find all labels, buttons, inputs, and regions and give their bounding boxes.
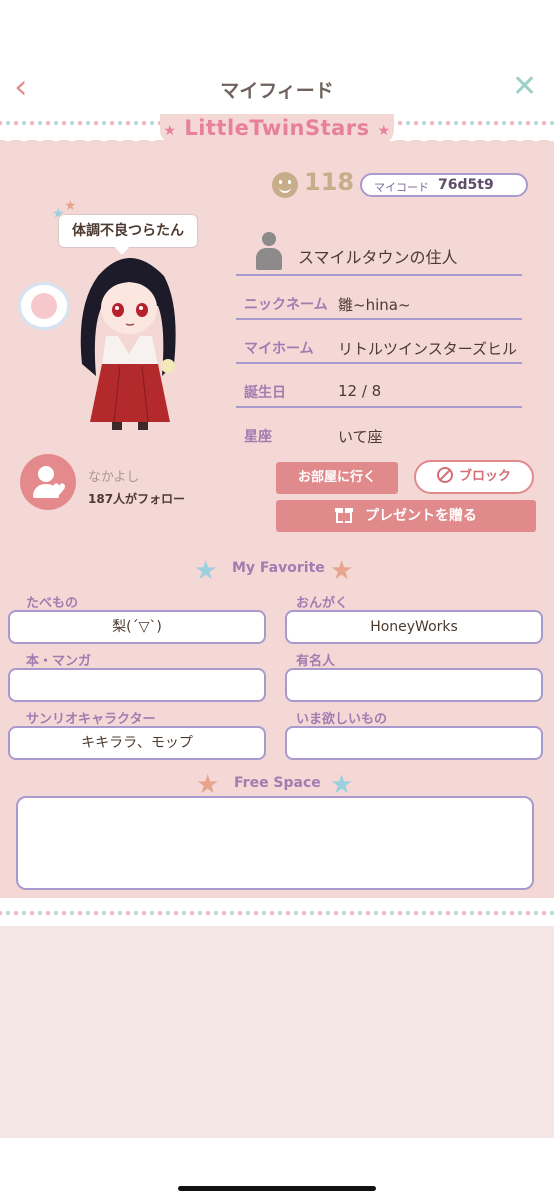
friend-icon[interactable]: ♥ <box>20 454 76 510</box>
fav-book-label: 本・マンガ <box>26 654 92 669</box>
bottom-area <box>0 926 554 1138</box>
my-favorite-heading: My Favorite <box>232 560 325 576</box>
user-title: スマイルタウンの住人 <box>298 248 458 267</box>
nav-header: ‹ マイフィード ✕ <box>0 60 554 116</box>
birthday-value: 12 / 8 <box>338 382 382 400</box>
fav-food-label: たべもの <box>26 596 79 611</box>
block-button[interactable]: ブロック <box>414 460 534 494</box>
fav-character-label: サンリオキャラクター <box>26 712 156 727</box>
close-icon[interactable]: ✕ <box>512 72 540 104</box>
zodiac-value: いて座 <box>338 428 383 446</box>
nickname-label: ニックネーム <box>244 297 328 313</box>
star-icon: ★ <box>163 123 177 139</box>
friend-label: なかよし <box>88 470 140 485</box>
fav-music-label: おんがく <box>296 596 349 611</box>
my-code-badge[interactable]: マイコード 76d5t9 <box>360 173 528 197</box>
divider <box>236 406 522 408</box>
fav-music-value: HoneyWorks <box>285 610 543 644</box>
send-gift-label: プレゼントを贈る <box>365 508 477 524</box>
status-bubble: 体調不良つらたん <box>58 214 198 255</box>
fav-character-value: キキララ、モップ <box>8 726 266 760</box>
person-icon <box>256 232 282 272</box>
divider <box>236 362 522 364</box>
fav-celebrity-value <box>285 668 543 702</box>
zodiac-label: 星座 <box>244 429 272 445</box>
cake-icon <box>31 293 57 319</box>
block-button-label: ブロック <box>458 469 511 484</box>
avatar[interactable] <box>62 246 196 442</box>
fav-wish-value <box>285 726 543 760</box>
fav-food-value: 梨(´▽`) <box>8 610 266 644</box>
brand-logo: ★ LittleTwinStars ★ <box>160 114 394 144</box>
star-icon: ★ <box>377 123 391 139</box>
visit-room-button[interactable]: お部屋に行く <box>276 462 398 494</box>
star-icon: ★ <box>64 198 77 214</box>
my-code-value: 76d5t9 <box>438 177 494 193</box>
gift-icon <box>335 505 353 523</box>
page-title: マイフィード <box>220 80 334 102</box>
free-space-heading: Free Space <box>234 775 321 791</box>
nickname-value: 雛~hina~ <box>338 296 411 314</box>
fav-book-value <box>8 668 266 702</box>
star-icon: ★ <box>330 556 354 586</box>
brand-logo-text: LittleTwinStars <box>184 116 370 140</box>
prohibited-icon <box>436 467 453 483</box>
smile-face-icon <box>272 172 298 198</box>
birthday-label: 誕生日 <box>244 385 286 401</box>
free-space-box <box>16 796 534 890</box>
follow-count: 187人がフォロー <box>88 492 186 506</box>
fav-celebrity-label: 有名人 <box>296 654 336 669</box>
lace-border-bottom <box>0 898 554 926</box>
fav-wish-label: いま欲しいもの <box>296 712 388 727</box>
smile-count: 118 <box>304 168 355 196</box>
home-indicator[interactable] <box>178 1186 376 1191</box>
home-label: マイホーム <box>244 341 314 357</box>
send-gift-button[interactable]: プレゼントを贈る <box>276 500 536 532</box>
my-code-label: マイコード <box>374 181 429 194</box>
divider <box>236 318 522 320</box>
star-icon: ★ <box>194 556 218 586</box>
home-value: リトルツインスターズヒル <box>338 340 517 358</box>
divider <box>236 274 522 276</box>
